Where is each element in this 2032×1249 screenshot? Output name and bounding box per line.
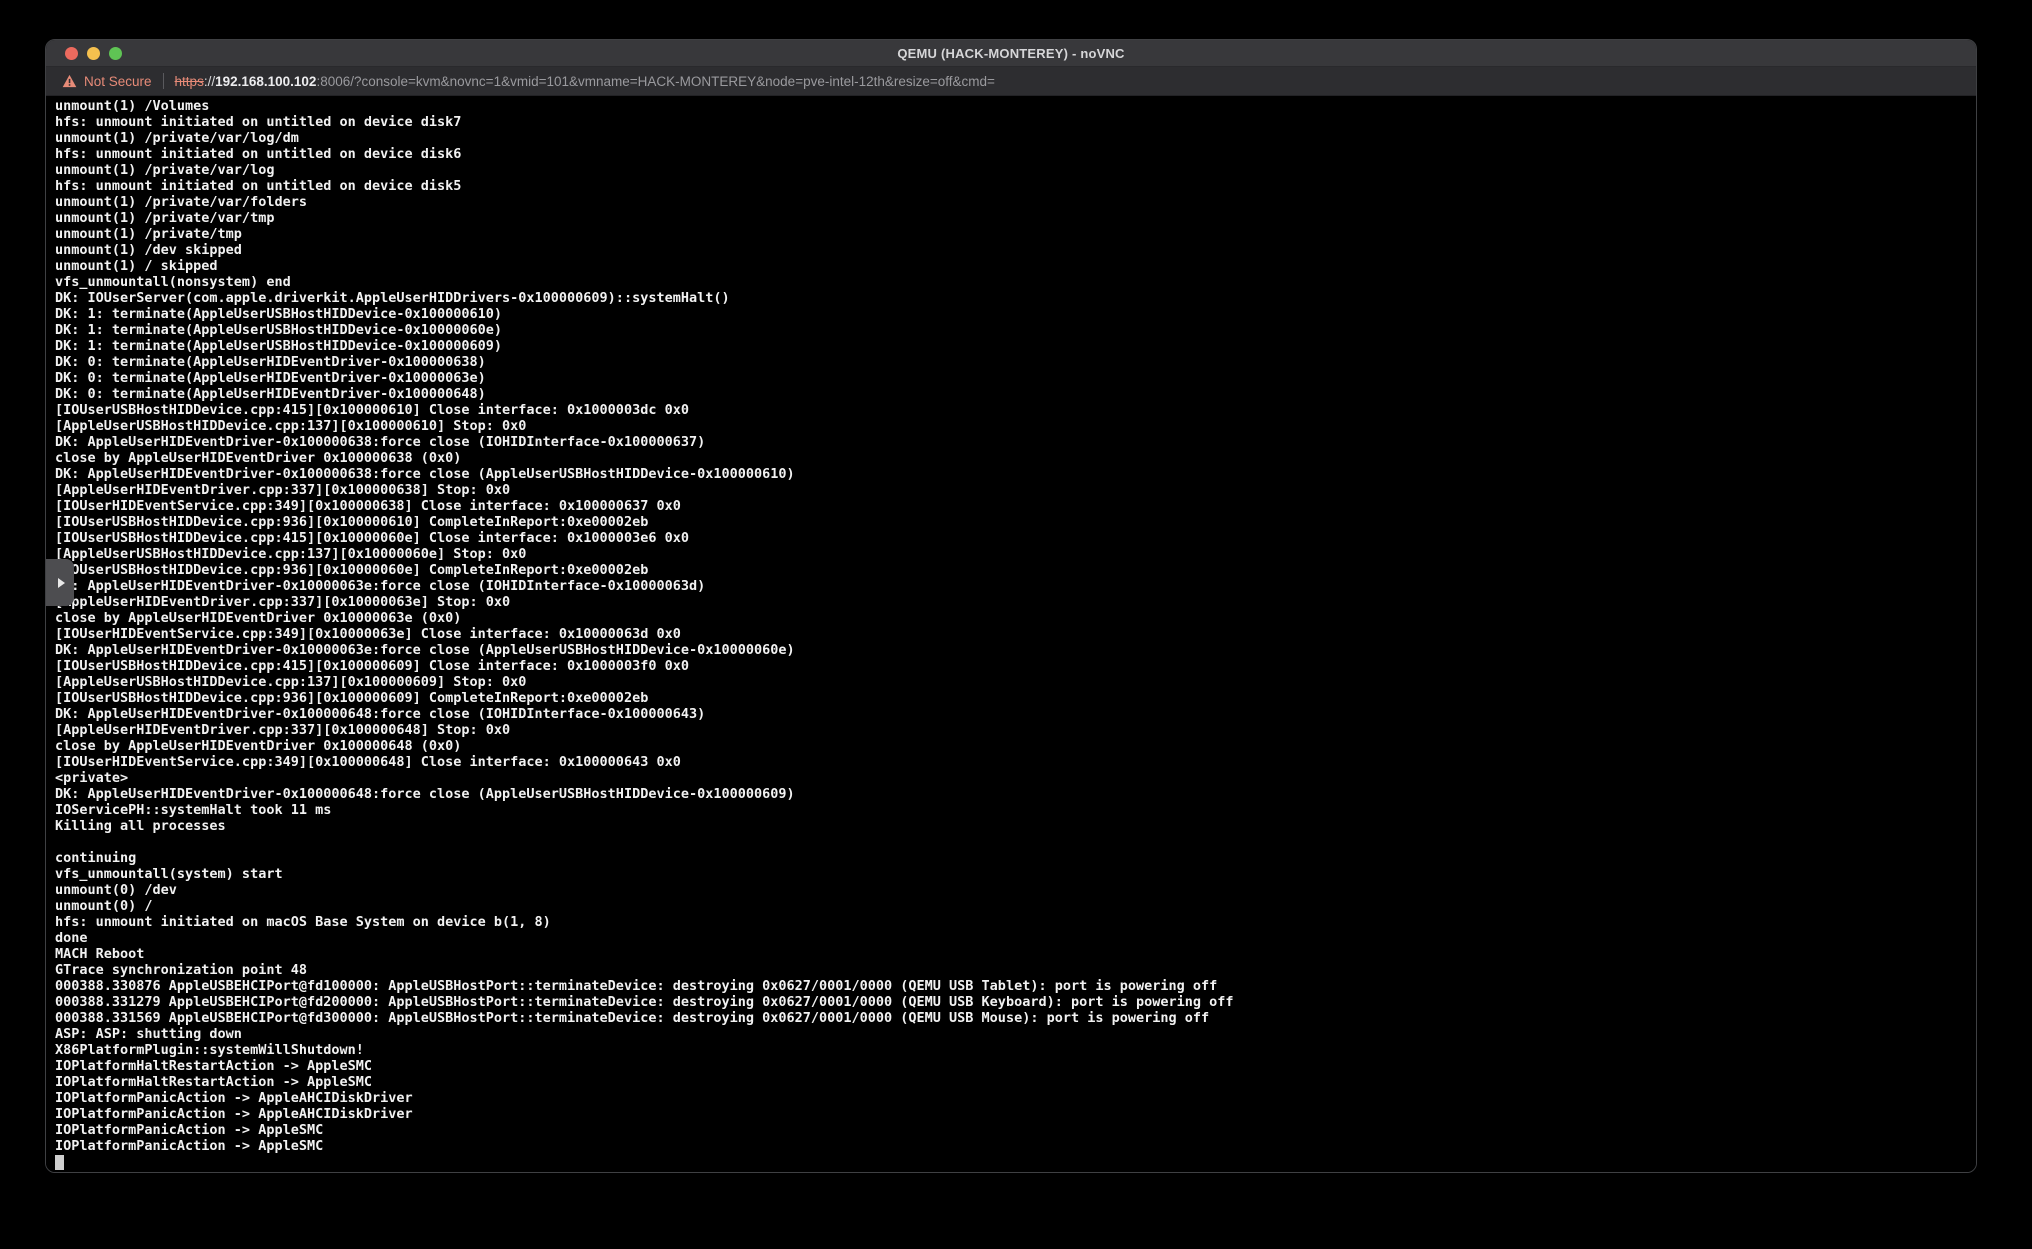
console-line: continuing [55,850,1976,866]
console-line: unmount(1) /Volumes [55,98,1976,114]
novnc-control-bar-handle[interactable] [46,559,74,606]
console-line: done [55,930,1976,946]
console-line: <private> [55,770,1976,786]
console-line: DK: 0: terminate(AppleUserHIDEventDriver… [55,354,1976,370]
url-path: :8006/?console=kvm&novnc=1&vmid=101&vmna… [316,74,994,89]
console-line: [IOUserHIDEventService.cpp:349][0x100000… [55,754,1976,770]
console-line [55,834,1976,850]
console-line: hfs: unmount initiated on macOS Base Sys… [55,914,1976,930]
console-line: unmount(0) /dev [55,882,1976,898]
minimize-window-button[interactable] [87,47,100,60]
console-line: unmount(1) /private/tmp [55,226,1976,242]
console-line: unmount(1) /dev skipped [55,242,1976,258]
expand-right-arrow-icon [58,578,65,588]
console-line: [IOUserHIDEventService.cpp:349][0x100000… [55,626,1976,642]
console-line: unmount(1) /private/var/tmp [55,210,1976,226]
url-text: https://192.168.100.102:8006/?console=kv… [175,74,995,89]
console-line: GTrace synchronization point 48 [55,962,1976,978]
console-line: Killing all processes [55,818,1976,834]
console-line: DK: AppleUserHIDEventDriver-0x100000638:… [55,466,1976,482]
screen-background: QEMU (HACK-MONTEREY) - noVNC Not Secure … [0,0,2032,1249]
console-line: unmount(1) /private/var/log [55,162,1976,178]
vnc-console[interactable]: unmount(1) /Volumeshfs: unmount initiate… [46,96,1976,1173]
console-line: [IOUserUSBHostHIDDevice.cpp:415][0x10000… [55,530,1976,546]
console-line: [AppleUserHIDEventDriver.cpp:337][0x1000… [55,594,1976,610]
window-titlebar[interactable]: QEMU (HACK-MONTEREY) - noVNC [46,40,1976,67]
traffic-lights [65,40,122,66]
browser-window: QEMU (HACK-MONTEREY) - noVNC Not Secure … [45,39,1977,1173]
console-line: close by AppleUserHIDEventDriver 0x10000… [55,450,1976,466]
console-line: IOPlatformPanicAction -> AppleAHCIDiskDr… [55,1106,1976,1122]
console-line: DK: AppleUserHIDEventDriver-0x100000648:… [55,706,1976,722]
console-line: [IOUserUSBHostHIDDevice.cpp:936][0x10000… [55,562,1976,578]
not-secure-label: Not Secure [84,74,152,89]
console-line: vfs_unmountall(system) start [55,866,1976,882]
console-line: [IOUserHIDEventService.cpp:349][0x100000… [55,498,1976,514]
console-line: DK: 0: terminate(AppleUserHIDEventDriver… [55,386,1976,402]
console-line: close by AppleUserHIDEventDriver 0x10000… [55,738,1976,754]
fullscreen-window-button[interactable] [109,47,122,60]
console-line: DK: 1: terminate(AppleUserUSBHostHIDDevi… [55,322,1976,338]
console-line: IOPlatformPanicAction -> AppleAHCIDiskDr… [55,1090,1976,1106]
console-line: IOPlatformHaltRestartAction -> AppleSMC [55,1058,1976,1074]
console-line: DK: 0: terminate(AppleUserHIDEventDriver… [55,370,1976,386]
console-line: [IOUserUSBHostHIDDevice.cpp:936][0x10000… [55,514,1976,530]
console-line: close by AppleUserHIDEventDriver 0x10000… [55,610,1976,626]
url-scheme-separator: :// [204,74,215,89]
console-line: X86PlatformPlugin::systemWillShutdown! [55,1042,1976,1058]
console-line: unmount(1) /private/var/log/dm [55,130,1976,146]
console-line: IOPlatformPanicAction -> AppleSMC [55,1122,1976,1138]
console-line: [IOUserUSBHostHIDDevice.cpp:936][0x10000… [55,690,1976,706]
console-line: 000388.331569 AppleUSBEHCIPort@fd300000:… [55,1010,1976,1026]
console-output: unmount(1) /Volumeshfs: unmount initiate… [55,98,1976,1154]
console-line: DK: IOUserServer(com.apple.driverkit.App… [55,290,1976,306]
console-line: ASP: ASP: shutting down [55,1026,1976,1042]
warning-icon [62,74,77,88]
console-line: [IOUserUSBHostHIDDevice.cpp:415][0x10000… [55,402,1976,418]
console-line: [IOUserUSBHostHIDDevice.cpp:415][0x10000… [55,658,1976,674]
console-line: hfs: unmount initiated on untitled on de… [55,114,1976,130]
console-line: [AppleUserUSBHostHIDDevice.cpp:137][0x10… [55,546,1976,562]
console-line: IOPlatformHaltRestartAction -> AppleSMC [55,1074,1976,1090]
console-line: [AppleUserUSBHostHIDDevice.cpp:137][0x10… [55,674,1976,690]
console-line: DK: AppleUserHIDEventDriver-0x100000648:… [55,786,1976,802]
console-line: DK: 1: terminate(AppleUserUSBHostHIDDevi… [55,338,1976,354]
console-line: DK: 1: terminate(AppleUserUSBHostHIDDevi… [55,306,1976,322]
console-line: [AppleUserUSBHostHIDDevice.cpp:137][0x10… [55,418,1976,434]
url-host: 192.168.100.102 [215,74,316,89]
console-line: vfs_unmountall(nonsystem) end [55,274,1976,290]
console-line: 000388.331279 AppleUSBEHCIPort@fd200000:… [55,994,1976,1010]
url-scheme: https [175,74,204,89]
console-line: MACH Reboot [55,946,1976,962]
window-title: QEMU (HACK-MONTEREY) - noVNC [46,46,1976,61]
console-line: unmount(1) / skipped [55,258,1976,274]
console-line: IOServicePH::systemHalt took 11 ms [55,802,1976,818]
console-line: hfs: unmount initiated on untitled on de… [55,178,1976,194]
terminal-cursor [55,1155,64,1170]
console-line: [AppleUserHIDEventDriver.cpp:337][0x1000… [55,722,1976,738]
console-line: DK: AppleUserHIDEventDriver-0x100000638:… [55,434,1976,450]
console-line: hfs: unmount initiated on untitled on de… [55,146,1976,162]
console-line: unmount(0) / [55,898,1976,914]
close-window-button[interactable] [65,47,78,60]
console-line: [AppleUserHIDEventDriver.cpp:337][0x1000… [55,482,1976,498]
console-line: DK: AppleUserHIDEventDriver-0x10000063e:… [55,642,1976,658]
console-line: DK: AppleUserHIDEventDriver-0x10000063e:… [55,578,1976,594]
address-bar[interactable]: Not Secure https://192.168.100.102:8006/… [46,67,1976,96]
console-line: IOPlatformPanicAction -> AppleSMC [55,1138,1976,1154]
console-line: unmount(1) /private/var/folders [55,194,1976,210]
console-line: 000388.330876 AppleUSBEHCIPort@fd100000:… [55,978,1976,994]
address-bar-divider [163,73,164,89]
